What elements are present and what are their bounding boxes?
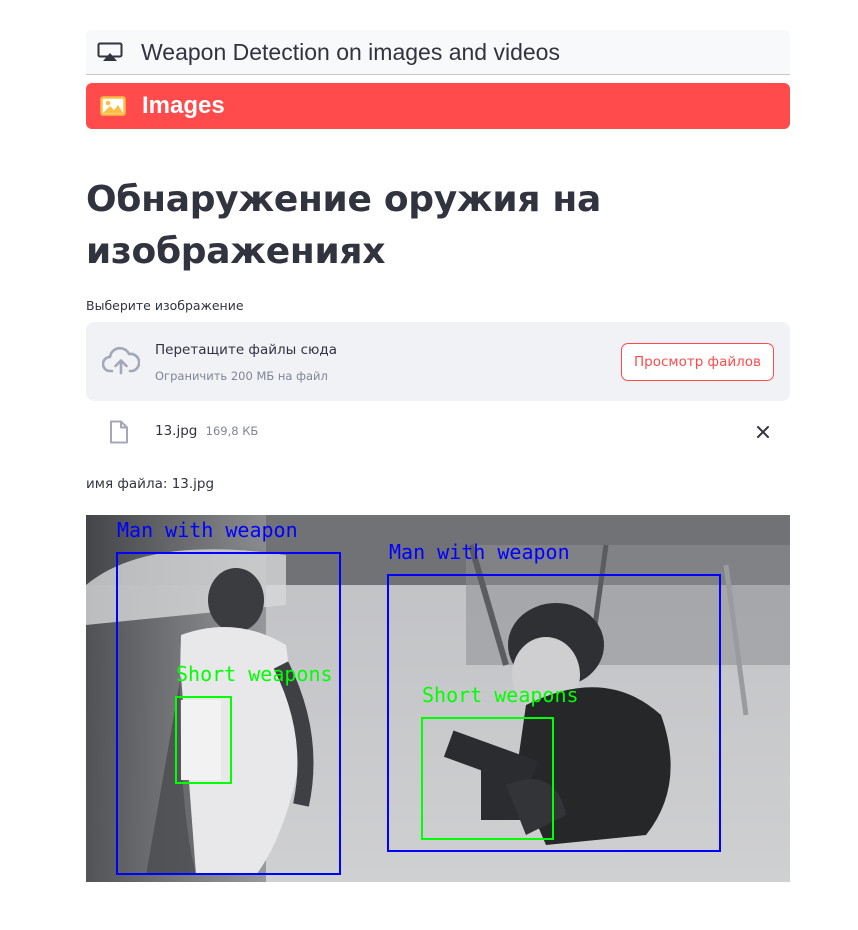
airplay-icon <box>97 42 127 62</box>
filename-output: имя файла: 13.jpg <box>86 476 215 492</box>
file-name-text: 13.jpg <box>155 423 198 439</box>
dropzone-limit: Ограничить 200 МБ на файл <box>155 369 328 383</box>
detection-label-weapon-1: Short weapons <box>176 662 333 686</box>
browse-files-button[interactable]: Просмотр файлов <box>620 343 774 381</box>
uploaded-file-row: 13.jpg 169,8 КБ <box>86 414 790 450</box>
nav-item-label: Weapon Detection on images and videos <box>141 38 560 65</box>
nav-item-weapon-detection[interactable]: Weapon Detection on images and videos <box>86 30 790 75</box>
image-icon <box>100 96 128 116</box>
remove-file-close-icon[interactable] <box>754 423 772 441</box>
page-title: Обнаружение оружия на изображениях <box>86 179 601 272</box>
detection-label-person-2: Man with weapon <box>389 540 570 564</box>
detection-label-weapon-2: Short weapons <box>422 683 579 707</box>
file-size: 169,8 КБ <box>205 424 259 438</box>
file-icon <box>108 420 130 448</box>
cloud-upload-icon <box>101 346 141 380</box>
nav-item-images[interactable]: Images <box>86 83 790 129</box>
nav-item-label: Images <box>142 92 225 119</box>
detection-label-person-1: Man with weapon <box>117 518 298 542</box>
file-dropzone[interactable]: Перетащите файлы сюда Ограничить 200 МБ … <box>86 322 790 401</box>
dropzone-instructions: Перетащите файлы сюда <box>155 342 337 358</box>
uploader-label: Выберите изображение <box>86 298 244 313</box>
file-name: 13.jpg 169,8 КБ <box>155 423 258 439</box>
detection-result-image: Man with weapon Man with weapon Short we… <box>86 515 790 882</box>
